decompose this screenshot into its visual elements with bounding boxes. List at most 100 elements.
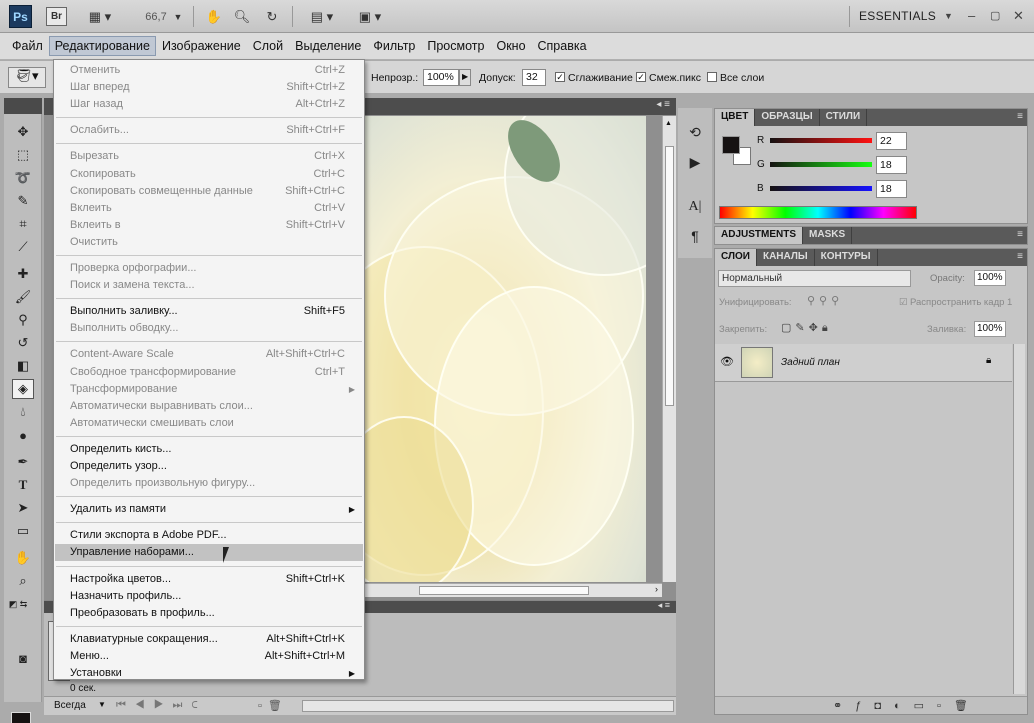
loop-dropdown-icon[interactable]: ▼ — [98, 700, 106, 709]
edit-menu-item[interactable]: Выполнить заливку... Shift+F5 — [55, 303, 363, 320]
path-select-icon[interactable]: ➤ — [12, 498, 34, 518]
tab-styles[interactable]: СТИЛИ — [820, 109, 868, 126]
adjustments-panel-menu-icon[interactable]: ≡ — [1017, 229, 1023, 240]
blur-tool-icon[interactable]: 💧︎ — [12, 402, 34, 422]
menu-layer[interactable]: Слой — [247, 36, 289, 56]
move-tool-icon[interactable]: ✥ — [12, 122, 34, 142]
scroll-up-icon[interactable]: ▲ — [665, 120, 672, 127]
tool-preset-picker[interactable]: 🪣︎▾ — [8, 67, 46, 88]
menu-window[interactable]: Окно — [490, 36, 531, 56]
animation-panel-menu-icon[interactable]: ◂ ≡ — [658, 600, 670, 611]
unify-icons[interactable]: ⚲⚲⚲ — [807, 294, 843, 307]
zoom-icon[interactable]: ⌕ — [12, 571, 34, 591]
layers-panel-menu-icon[interactable]: ≡ — [1017, 251, 1023, 262]
green-slider[interactable] — [770, 162, 872, 167]
bridge-button[interactable]: Br — [46, 7, 67, 26]
blue-slider[interactable] — [770, 186, 872, 191]
default-colors-icon[interactable]: ◩ ⇆ — [7, 594, 29, 614]
tolerance-field[interactable]: 32 — [522, 69, 546, 86]
opacity-field[interactable]: 100% — [423, 69, 459, 86]
marquee-tool-icon[interactable]: ⬚ — [12, 145, 34, 165]
layers-scrollbar[interactable] — [1013, 344, 1025, 694]
paint-bucket-tool-icon[interactable]: ◈ — [12, 379, 34, 399]
shape-tool-icon[interactable]: ▭ — [12, 521, 34, 541]
horizontal-scrollbar[interactable]: › — [364, 583, 662, 597]
healing-brush-icon[interactable]: ✚ — [12, 264, 34, 284]
eyedropper-tool-icon[interactable]: ⟋ — [12, 237, 34, 257]
playback-buttons[interactable]: ⏮◀▶⏭⊂ — [116, 699, 207, 712]
blue-value-field[interactable]: 18 — [876, 180, 907, 198]
tab-paths[interactable]: КОНТУРЫ — [815, 249, 878, 266]
tab-adjustments[interactable]: ADJUSTMENTS — [715, 227, 804, 244]
layer-row-background[interactable]: 👁︎ Задний план 🔒︎ — [715, 344, 1012, 382]
tab-channels[interactable]: КАНАЛЫ — [757, 249, 815, 266]
scroll-right-icon[interactable]: › — [655, 584, 658, 594]
eye-icon[interactable]: 👁︎ — [720, 355, 734, 368]
menu-image[interactable]: Изображение — [156, 36, 247, 56]
menu-view[interactable]: Просмотр — [421, 36, 490, 56]
tab-layers[interactable]: СЛОИ — [715, 249, 757, 266]
actions-panel-icon[interactable]: ▶ — [685, 152, 705, 172]
rotate-view-icon[interactable]: ↻ — [261, 6, 283, 27]
minimize-button[interactable]: – — [968, 8, 975, 23]
edit-menu-item[interactable]: Установки ▶ — [55, 665, 363, 682]
menu-select[interactable]: Выделение — [289, 36, 367, 56]
close-button[interactable]: ✕ — [1013, 8, 1024, 24]
layer-opacity-field[interactable]: 100% — [974, 270, 1006, 286]
menu-help[interactable]: Справка — [532, 36, 593, 56]
dodge-tool-icon[interactable]: ● — [12, 425, 34, 445]
brush-tool-icon[interactable]: 🖌︎ — [12, 287, 34, 307]
eraser-tool-icon[interactable]: ◧ — [12, 356, 34, 376]
vertical-scrollbar[interactable]: ▲ — [662, 116, 676, 582]
timeline-scrollbar[interactable] — [302, 700, 674, 712]
menu-edit[interactable]: Редактирование — [48, 36, 156, 56]
quick-select-tool-icon[interactable]: ✎ — [12, 191, 34, 211]
history-panel-icon[interactable]: ⟲ — [685, 122, 705, 142]
foreground-color-swatch[interactable] — [11, 712, 31, 723]
paragraph-panel-icon[interactable]: ¶ — [685, 226, 705, 246]
edit-menu-item[interactable]: Назначить профиль... — [55, 588, 363, 605]
lasso-tool-icon[interactable]: ➰ — [12, 168, 34, 188]
history-brush-icon[interactable]: ↺ — [12, 333, 34, 353]
layer-name[interactable]: Задний план — [781, 357, 840, 368]
hand-icon[interactable]: ✋ — [12, 548, 34, 568]
workspace-menu-icon[interactable]: ▼ — [944, 11, 953, 21]
arrange-documents-button[interactable]: ▤ ▾ — [305, 6, 339, 27]
tab-color[interactable]: ЦВЕТ — [715, 109, 756, 126]
opacity-slider-button[interactable]: ▶ — [459, 69, 471, 86]
frame-buttons[interactable]: ▫🗑︎ — [258, 699, 288, 712]
edit-menu-item[interactable]: Клавиатурные сокращения... Alt+Shift+Ctrl… — [55, 631, 363, 648]
tools-panel-header[interactable] — [4, 98, 42, 114]
edit-menu-item[interactable]: Определить кисть... — [55, 441, 363, 458]
color-spectrum-bar[interactable] — [719, 206, 917, 219]
screen-mode-button[interactable]: ▣ ▾ — [353, 6, 387, 27]
horizontal-scroll-thumb[interactable] — [419, 586, 589, 595]
character-panel-icon[interactable]: A| — [685, 197, 705, 217]
hand-tool-icon[interactable]: ✋ — [203, 6, 225, 27]
menu-file[interactable]: Файл — [6, 36, 49, 56]
edit-menu-item[interactable]: Стили экспорта в Adobe PDF... — [55, 527, 363, 544]
red-value-field[interactable]: 22 — [876, 132, 907, 150]
edit-menu-item[interactable]: Преобразовать в профиль... — [55, 605, 363, 622]
stamp-tool-icon[interactable]: ⚲ — [12, 310, 34, 330]
green-value-field[interactable]: 18 — [876, 156, 907, 174]
edit-menu-item[interactable]: Меню... Alt+Shift+Ctrl+M — [55, 648, 363, 665]
chevron-down-icon[interactable]: ▼ — [172, 6, 184, 27]
zoom-level[interactable]: 66,7 — [138, 6, 174, 27]
loop-select[interactable]: Всегда — [54, 700, 86, 711]
quick-mask-icon[interactable]: ◙ — [12, 648, 34, 668]
edit-menu-item[interactable]: Настройка цветов... Shift+Ctrl+K — [55, 571, 363, 588]
view-extras-button[interactable]: ▦ ▾ — [83, 6, 117, 27]
vertical-scroll-thumb[interactable] — [665, 146, 674, 406]
blend-mode-select[interactable]: Нормальный — [718, 270, 911, 287]
menu-filter[interactable]: Фильтр — [367, 36, 421, 56]
pen-tool-icon[interactable]: ✒ — [12, 452, 34, 472]
foreground-color-box[interactable] — [722, 136, 740, 154]
canvas-image-rose[interactable] — [364, 116, 646, 582]
antialias-checkbox[interactable]: ✓ — [555, 72, 565, 82]
maximize-button[interactable]: ▢ — [990, 9, 1000, 22]
edit-menu-item[interactable]: Удалить из памяти ▶ — [55, 501, 363, 518]
propagate-frame-checkbox[interactable]: ☑ — [899, 297, 908, 308]
zoom-tool-icon[interactable]: 🔍︎ — [231, 6, 253, 27]
edit-menu-item[interactable]: Определить узор... — [55, 458, 363, 475]
